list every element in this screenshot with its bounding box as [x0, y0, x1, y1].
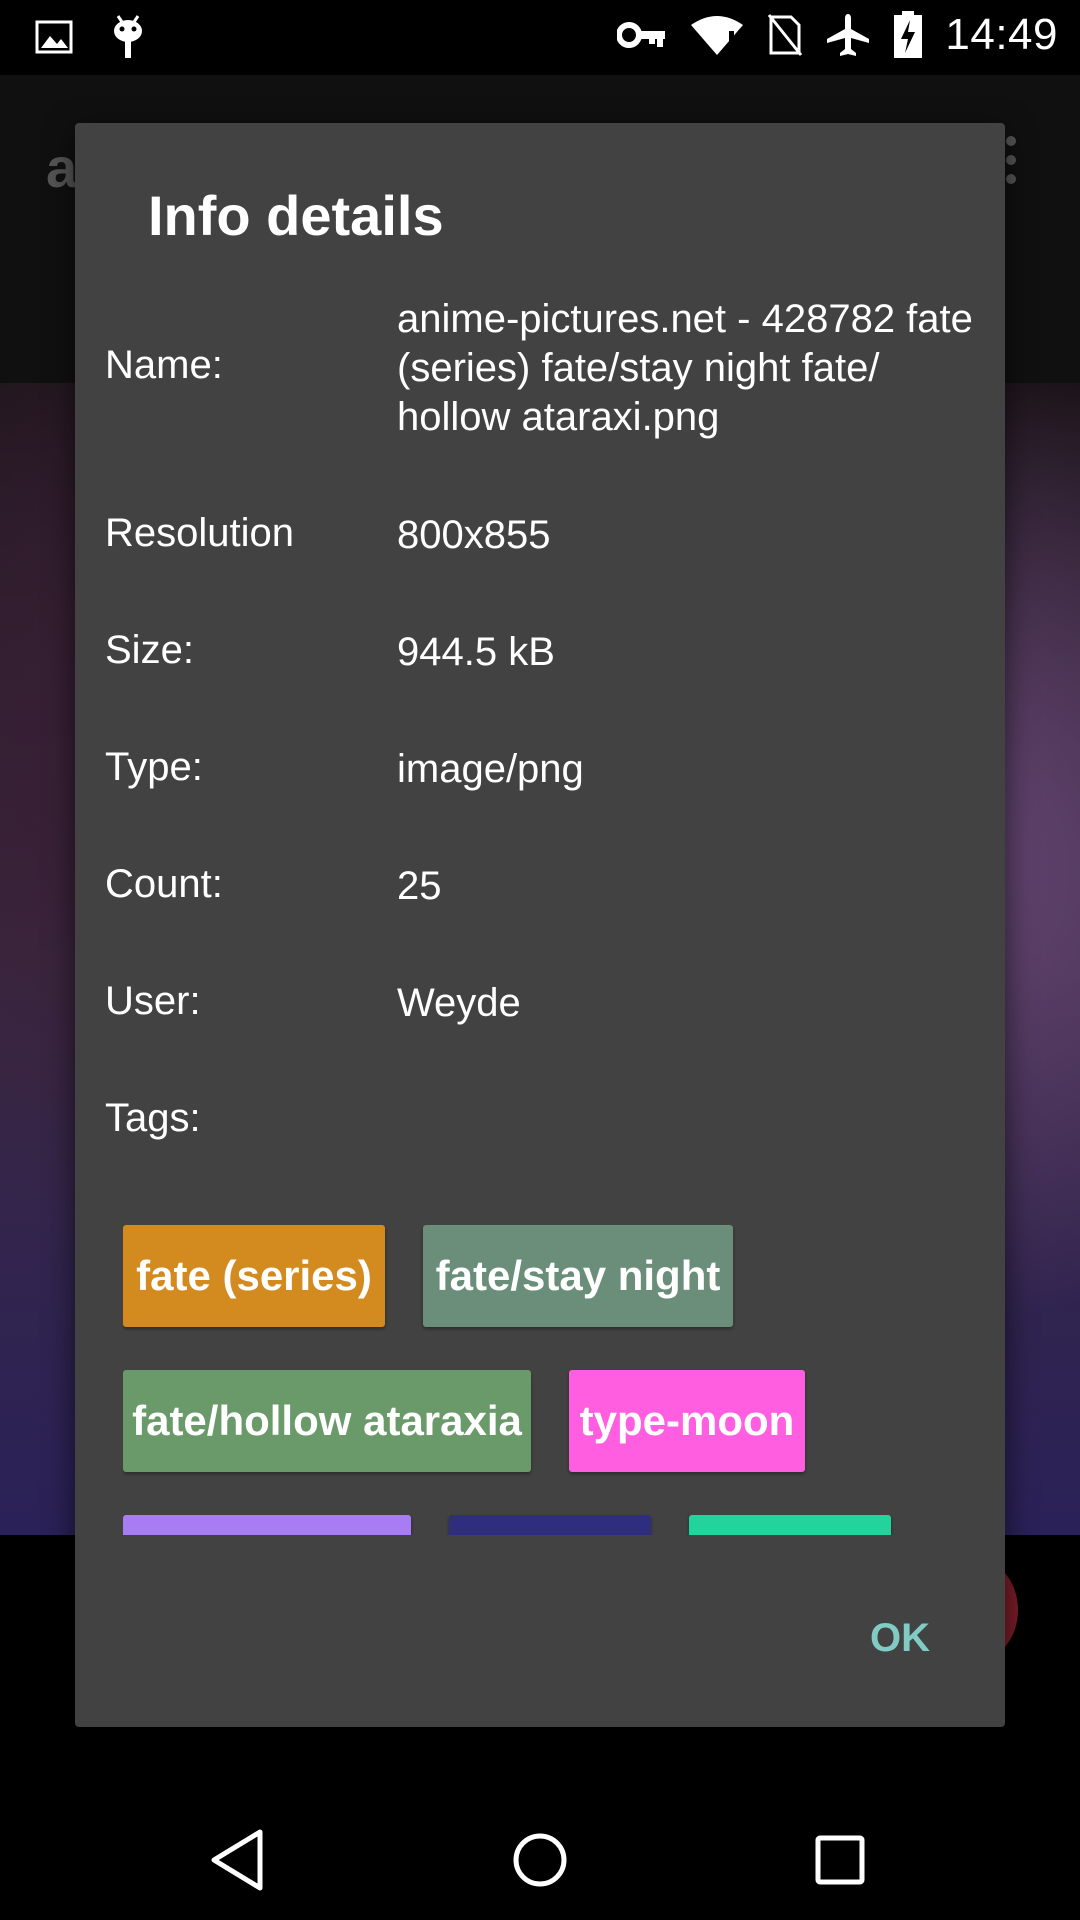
- back-icon[interactable]: [200, 1820, 280, 1900]
- tag-chip[interactable]: [689, 1515, 891, 1535]
- tag-chip[interactable]: [449, 1515, 651, 1535]
- background-app-title: a: [46, 136, 78, 199]
- info-label: User:: [105, 979, 201, 1023]
- no-sim-icon: [767, 13, 803, 57]
- tag-chip[interactable]: [123, 1515, 411, 1535]
- info-row-name: Name: anime-pictures.net - 428782 fate (…: [105, 295, 985, 439]
- status-time: 14:49: [945, 10, 1058, 59]
- status-bar: 14:49: [0, 0, 1080, 75]
- tag-chip[interactable]: type-moon: [569, 1370, 805, 1472]
- screen: 14:49 a Info details Name: anime-picture…: [0, 0, 1080, 1920]
- info-row-user: User: Weyde: [105, 979, 985, 1039]
- battery-charging-icon: [893, 11, 923, 59]
- info-row-resolution: Resolution 800x855: [105, 511, 985, 571]
- wifi-alert-icon: [689, 13, 745, 57]
- info-label: Size:: [105, 628, 194, 672]
- info-value: 944.5 kB: [397, 630, 555, 674]
- gallery-icon: [34, 17, 74, 57]
- info-value: 800x855: [397, 513, 551, 557]
- tag-chip[interactable]: fate/hollow ataraxia: [123, 1370, 531, 1472]
- dialog-title: Info details: [148, 184, 444, 247]
- info-row-size: Size: 944.5 kB: [105, 628, 985, 688]
- ok-button[interactable]: OK: [835, 1603, 965, 1673]
- tags-container: fate (series) fate/stay night fate/hollo…: [123, 1225, 963, 1535]
- vpn-key-icon: [617, 18, 667, 52]
- info-row-tags: Tags:: [105, 1096, 985, 1156]
- recents-icon[interactable]: [800, 1820, 880, 1900]
- info-label: Count:: [105, 862, 223, 906]
- info-label: Resolution: [105, 511, 295, 555]
- info-value: 25: [397, 864, 442, 908]
- overflow-menu-icon: [1004, 135, 1018, 185]
- info-row-count: Count: 25: [105, 862, 985, 922]
- tag-chip[interactable]: fate (series): [123, 1225, 385, 1327]
- airplane-icon: [825, 12, 871, 58]
- home-icon[interactable]: [500, 1820, 580, 1900]
- info-details-dialog: Info details Name: anime-pictures.net - …: [75, 123, 1005, 1727]
- info-value: image/png: [397, 747, 584, 791]
- tag-chip[interactable]: fate/stay night: [423, 1225, 733, 1327]
- info-label: Name:: [105, 343, 223, 387]
- navigation-bar: [0, 1790, 1080, 1920]
- tags-label: Tags:: [105, 1096, 201, 1140]
- android-debug-icon: [110, 14, 146, 60]
- info-row-type: Type: image/png: [105, 745, 985, 805]
- info-value: Weyde: [397, 981, 521, 1025]
- info-label: Type:: [105, 745, 203, 789]
- info-value: anime-pictures.net - 428782 fate (series…: [397, 297, 973, 439]
